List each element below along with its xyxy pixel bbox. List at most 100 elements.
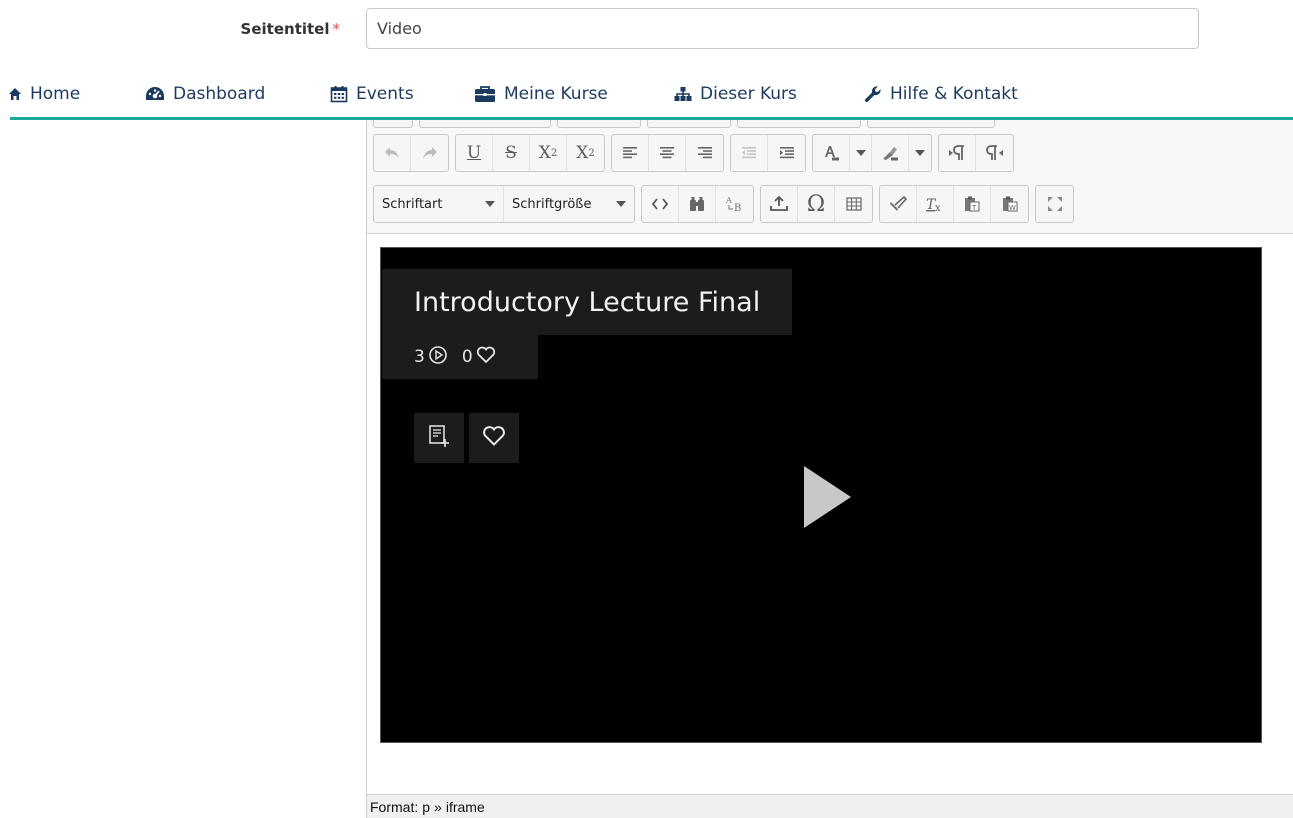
upload-icon <box>770 196 788 212</box>
outdent-button[interactable] <box>731 135 768 171</box>
replace-icon: AB <box>725 195 745 213</box>
maximize-icon <box>1047 196 1063 212</box>
align-center-icon <box>659 146 675 160</box>
special-char-button[interactable]: Ω <box>798 186 835 222</box>
toolbar-group-hidden-6[interactable] <box>867 120 995 128</box>
nav-item-home[interactable]: Home <box>8 80 80 108</box>
required-marker: * <box>332 20 341 38</box>
nav-item-dieser-kurs[interactable]: Dieser Kurs <box>674 80 797 108</box>
underline-button[interactable]: U <box>456 135 493 171</box>
toolbar-group-hidden-2[interactable] <box>419 120 551 128</box>
find-button[interactable] <box>679 186 716 222</box>
background-color-button[interactable] <box>872 135 909 171</box>
toolbar-row-2: Schriftart Schriftgröße AB Ω T x T W <box>373 185 1074 223</box>
superscript-index: 2 <box>588 147 595 159</box>
align-right-icon <box>697 146 713 160</box>
play-icon[interactable] <box>804 466 851 528</box>
undo-icon <box>384 146 400 160</box>
path-element-p[interactable]: p <box>422 799 430 815</box>
paint-bucket-icon <box>881 145 899 161</box>
nav-item-meine-kurse[interactable]: Meine Kurse <box>474 80 608 108</box>
toolbar-group-history <box>373 134 449 172</box>
toolbar-row-hidden <box>373 120 995 128</box>
strikethrough-button[interactable]: S <box>493 135 530 171</box>
indent-button[interactable] <box>768 135 805 171</box>
text-direction-ltr-button[interactable] <box>939 135 976 171</box>
text-color-dropdown[interactable] <box>850 135 872 171</box>
undo-button[interactable] <box>374 135 411 171</box>
nav-item-dashboard[interactable]: Dashboard <box>145 80 265 108</box>
path-separator: » <box>434 798 442 815</box>
font-family-label: Schriftart <box>382 196 443 212</box>
table-button[interactable] <box>835 186 872 222</box>
rich-text-editor: U S X2 X2 Schriftart Schriftgröße A B Ω … <box>366 120 1293 818</box>
chevron-down-icon <box>485 201 495 207</box>
redo-icon <box>422 146 438 160</box>
text-direction-rtl-button[interactable] <box>976 135 1013 171</box>
align-center-button[interactable] <box>649 135 686 171</box>
font-size-label: Schriftgröße <box>512 196 592 212</box>
toolbar-group-hidden-5[interactable] <box>737 120 861 128</box>
align-left-button[interactable] <box>612 135 649 171</box>
superscript-button[interactable]: X2 <box>567 135 604 171</box>
toolbar-group-basicstyles: U S X2 X2 <box>455 134 605 172</box>
nav-item-hilfe-kontakt[interactable]: Hilfe & Kontakt <box>864 80 1018 108</box>
toolbar-group-hidden-1[interactable] <box>373 120 413 128</box>
nav-label-events: Events <box>356 84 414 104</box>
play-circle-icon <box>428 345 448 370</box>
maximize-button[interactable] <box>1036 186 1073 222</box>
chevron-down-icon <box>915 150 925 156</box>
superscript-label: X <box>576 143 589 163</box>
playlist-add-icon <box>427 424 451 453</box>
toolbar-group-indent <box>730 134 806 172</box>
pilcrow-ltr-icon <box>948 145 966 161</box>
toolbar-group-hidden-4[interactable] <box>647 120 731 128</box>
replace-button[interactable]: AB <box>716 186 753 222</box>
nav-label-dashboard: Dashboard <box>173 84 266 104</box>
text-color-button[interactable] <box>813 135 850 171</box>
embedded-video-player[interactable]: Introductory Lecture Final 3 0 <box>380 247 1262 743</box>
redo-button[interactable] <box>411 135 448 171</box>
toolbar-group-hidden-3[interactable] <box>557 120 641 128</box>
toolbar-group-align <box>611 134 724 172</box>
toolbar-group-source: AB <box>641 185 754 223</box>
editor-statusbar: Format: p » iframe <box>367 794 1293 818</box>
source-code-button[interactable] <box>642 186 679 222</box>
paintbrush-icon <box>889 196 907 212</box>
page-title-input[interactable] <box>366 8 1199 49</box>
align-right-button[interactable] <box>686 135 723 171</box>
nav-item-events[interactable]: Events <box>330 80 414 108</box>
font-family-select[interactable]: Schriftart <box>374 186 504 222</box>
background-color-dropdown[interactable] <box>909 135 931 171</box>
subscript-label: X <box>538 143 551 163</box>
toolbar-group-tools <box>1035 185 1074 223</box>
remove-format-button[interactable]: Tx <box>917 186 954 222</box>
subscript-button[interactable]: X2 <box>530 135 567 171</box>
heart-icon <box>476 346 496 369</box>
calendar-icon <box>330 85 348 103</box>
video-title[interactable]: Introductory Lecture Final <box>414 287 760 318</box>
paste-text-button[interactable]: T <box>954 186 991 222</box>
paste-text-icon: T <box>964 196 980 212</box>
clear-format-icon: Tx <box>925 196 945 212</box>
like-button[interactable] <box>469 413 519 463</box>
path-element-iframe[interactable]: iframe <box>446 799 485 815</box>
upload-button[interactable] <box>761 186 798 222</box>
add-to-playlist-button[interactable] <box>414 413 464 463</box>
wrench-icon <box>864 85 882 103</box>
paste-word-icon: W <box>1002 196 1018 212</box>
format-label: Format: <box>370 798 419 815</box>
paste-word-button[interactable]: W <box>991 186 1028 222</box>
editor-toolbar: U S X2 X2 Schriftart Schriftgröße A B Ω … <box>367 120 1293 234</box>
copy-format-button[interactable] <box>880 186 917 222</box>
chevron-down-icon <box>616 201 626 207</box>
font-size-select[interactable]: Schriftgröße <box>504 186 634 222</box>
sitemap-icon <box>674 86 692 102</box>
svg-text:A: A <box>725 196 732 205</box>
toolbar-row-1: U S X2 X2 <box>373 134 1014 172</box>
like-count: 0 <box>461 347 473 367</box>
editor-content[interactable]: Introductory Lecture Final 3 0 <box>367 234 1293 794</box>
video-stats: 3 0 <box>382 335 538 379</box>
nav-label-dieser-kurs: Dieser Kurs <box>700 84 797 104</box>
indent-icon <box>779 146 795 160</box>
